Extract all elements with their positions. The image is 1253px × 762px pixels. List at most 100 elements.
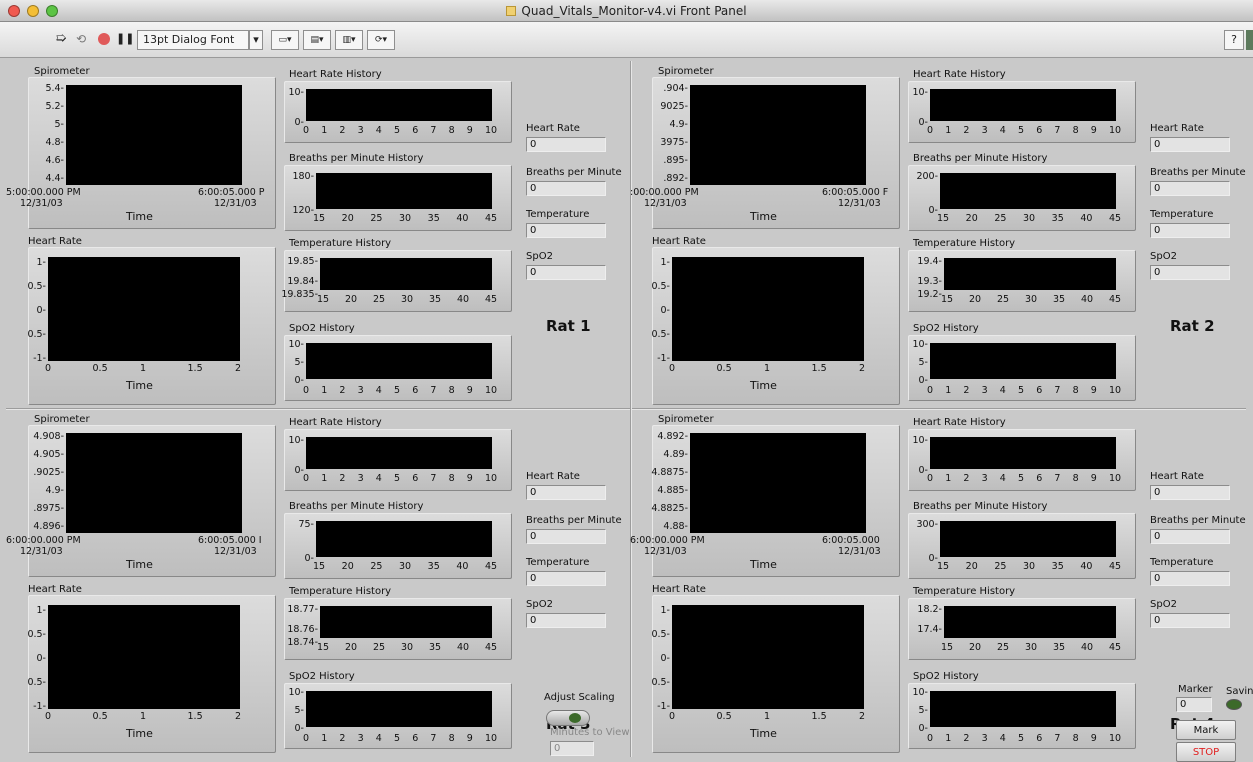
help-button[interactable]: ? [1224,30,1244,50]
x-tick-label: 25 [373,642,386,653]
x-tick-label: 20 [345,294,358,305]
indicator-label-spo2: SpO2 [526,251,553,262]
x-tick-label: 20 [341,561,354,572]
x-tick-label: 30 [401,294,414,305]
indicator-label-hr: Heart Rate [1150,123,1204,134]
x-tick-label: 40 [456,213,469,224]
indicator-label-bpm: Breaths per Minute [526,515,622,526]
x-tick-label: 3 [357,385,364,396]
x-tick-label: 2 [963,125,970,136]
pause-icon[interactable]: ❚❚ [116,30,134,50]
x-tick-label: 4 [999,125,1006,136]
x-tick-label: 20 [969,642,982,653]
x-tick-label: 7 [1054,473,1061,484]
y-tick-label: 10- [288,339,304,350]
heart-rate-history-plot [306,89,492,121]
abort-icon[interactable] [95,30,113,50]
x-tick-label: 1 [945,385,952,396]
spo2-history-y-axis: 10- 5- 0- [632,409,928,739]
distribute-objects-icon[interactable]: ▤▾ [303,30,331,50]
breaths-history-plot [316,173,492,209]
indicator-hr: 0 [526,485,606,500]
marker-input[interactable]: 0 [1176,697,1212,712]
heart-rate-history-plot [930,89,1116,121]
x-tick-label: 10 [1109,385,1122,396]
run-arrow-icon[interactable]: ➯ [52,30,70,50]
x-tick-label: 15 [317,294,330,305]
align-objects-icon[interactable]: ▭▾ [271,30,299,50]
x-tick-label: 4 [375,125,382,136]
adjust-scaling-label: Adjust Scaling [544,692,615,703]
font-dropdown-arrow-icon[interactable]: ▾ [249,30,263,50]
adjust-scaling-toggle[interactable] [546,710,590,726]
minutes-to-view-input[interactable]: 0 [550,741,594,756]
y-tick-label: 10- [912,687,928,698]
x-tick-label: 20 [345,642,358,653]
x-tick-label: 35 [1053,642,1066,653]
indicator-temp: 0 [1150,571,1230,586]
run-continuously-icon[interactable]: ⟲ [72,30,90,50]
indicator-label-bpm: Breaths per Minute [1150,167,1246,178]
spo2-history-plot [930,343,1116,379]
indicator-temp: 0 [526,571,606,586]
indicator-label-hr: Heart Rate [526,471,580,482]
x-tick-label: 10 [485,473,498,484]
minutes-to-view-label: Minutes to View [550,727,630,738]
toolbar: ➯ ⟲ ❚❚ 13pt Dialog Font ▾ ▭▾ ▤▾ ▥▾ ⟳▾ ? [0,22,1253,58]
spo2-history-y-axis: 10- 5- 0- [632,61,928,391]
x-tick-label: 9 [1090,733,1097,744]
x-tick-label: 0 [303,385,310,396]
x-tick-label: 30 [399,213,412,224]
context-icon [1246,30,1253,50]
temperature-history-plot [944,606,1116,638]
x-tick-label: 0 [927,385,934,396]
saving-label: Saving [1226,686,1253,697]
indicator-label-temp: Temperature [526,557,590,568]
x-tick-label: 30 [1025,294,1038,305]
x-tick-label: 35 [1051,561,1064,572]
x-tick-label: 40 [457,294,470,305]
x-tick-label: 2 [339,473,346,484]
x-tick-label: 45 [485,561,498,572]
rat-quadrant: Spirometer 5.4- 5.2- 5- 4.8- 4.6- 4.4- 5:00:00.… [6,61,628,406]
resize-objects-icon[interactable]: ▥▾ [335,30,363,50]
x-tick-label: 4 [999,733,1006,744]
x-tick-label: 30 [1025,642,1038,653]
x-tick-label: 5 [1018,473,1025,484]
stop-button[interactable]: STOP [1176,742,1236,762]
x-tick-label: 6 [412,733,419,744]
x-tick-label: 6 [412,473,419,484]
x-tick-label: 45 [1109,213,1122,224]
breaths-history-plot [940,173,1116,209]
indicator-temp: 0 [526,223,606,238]
x-tick-label: 3 [357,733,364,744]
indicator-label-spo2: SpO2 [526,599,553,610]
y-tick-label: 10- [288,687,304,698]
x-tick-label: 4 [999,385,1006,396]
indicator-spo2: 0 [1150,265,1230,280]
x-tick-label: 7 [1054,125,1061,136]
x-tick-label: 1 [321,385,328,396]
reorder-icon[interactable]: ⟳▾ [367,30,395,50]
breaths-history-plot [316,521,492,557]
x-tick-label: 6 [1036,125,1043,136]
x-tick-label: 9 [466,125,473,136]
x-tick-label: 8 [448,385,455,396]
y-tick-label: 5- [294,357,304,368]
font-selector[interactable]: 13pt Dialog Font [137,30,249,50]
spo2-history-plot [930,691,1116,727]
x-tick-label: 7 [1054,385,1061,396]
heart-rate-history-plot [930,437,1116,469]
rat-quadrant: Spirometer 4.908- 4.905- .9025- 4.9- .8975- 4.… [6,409,628,754]
x-tick-label: 1 [321,473,328,484]
x-tick-label: 45 [485,642,498,653]
x-tick-label: 10 [1109,473,1122,484]
mark-button[interactable]: Mark [1176,720,1236,740]
x-tick-label: 8 [1072,125,1079,136]
spo2-history-plot [306,691,492,727]
x-tick-label: 30 [1023,561,1036,572]
x-tick-label: 8 [448,473,455,484]
x-tick-label: 8 [448,125,455,136]
indicator-hr: 0 [526,137,606,152]
x-tick-label: 4 [375,473,382,484]
